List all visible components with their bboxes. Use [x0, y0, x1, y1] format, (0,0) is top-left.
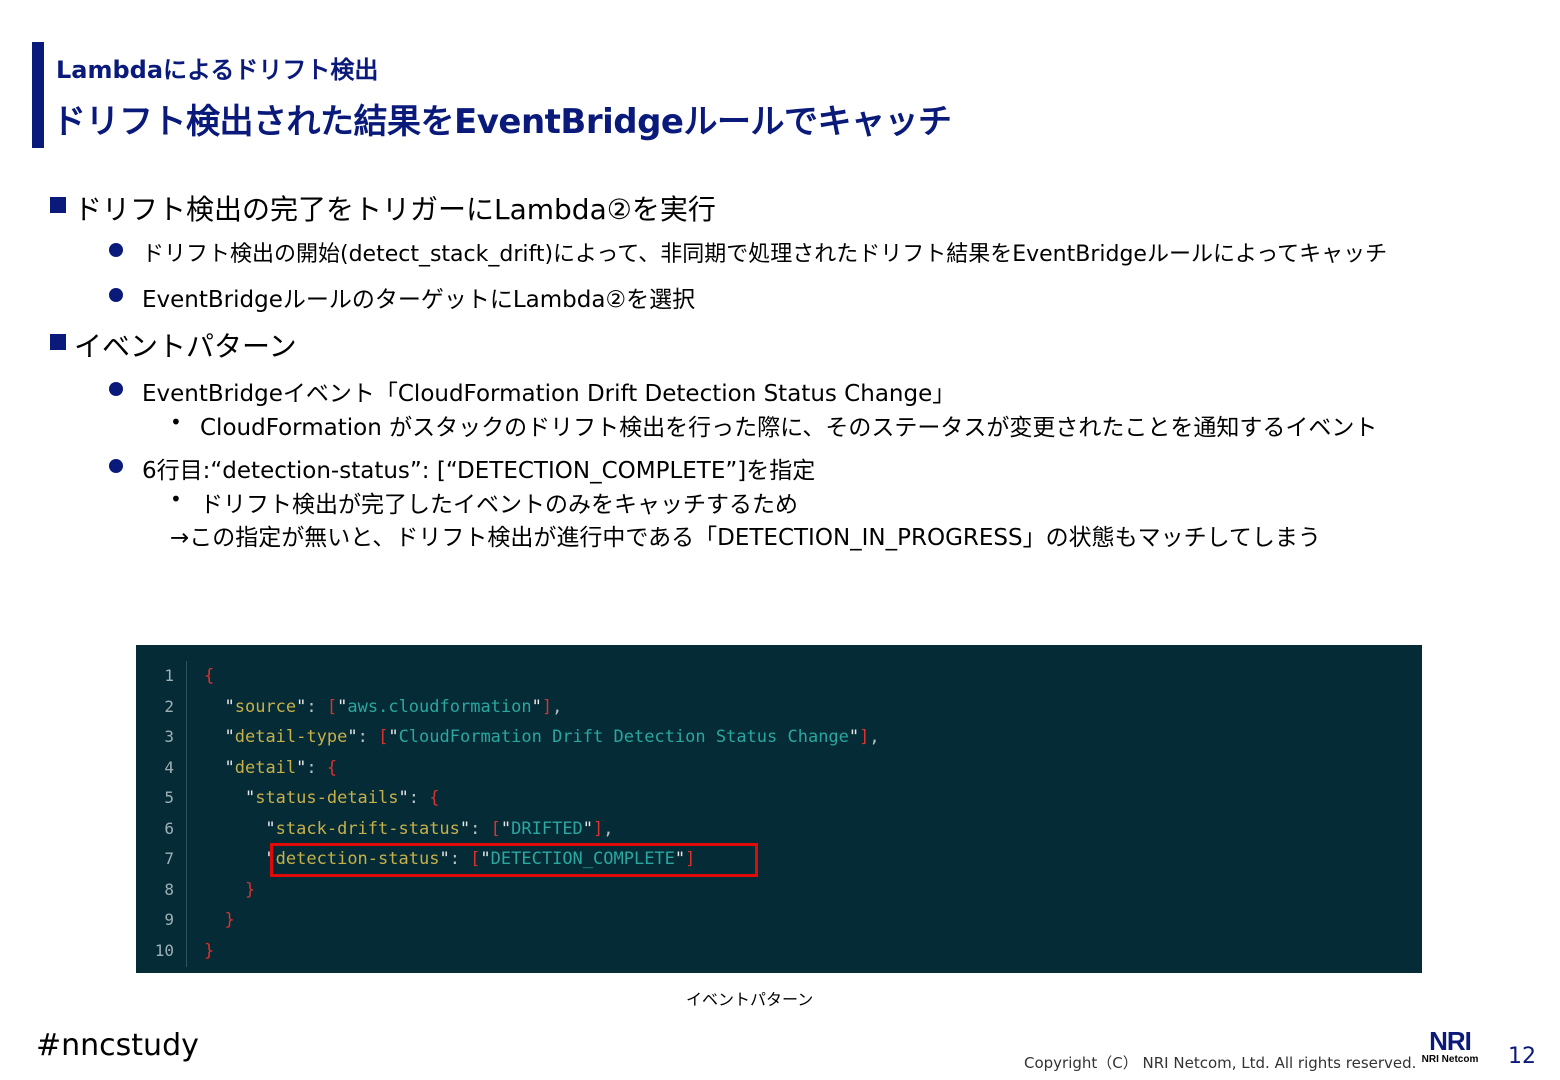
- gutter-divider: [186, 661, 187, 967]
- code-line: "stack-drift-status": ["DRIFTED"],: [265, 818, 614, 839]
- line-number: 5: [164, 788, 174, 807]
- circle-bullet-icon: [109, 382, 123, 396]
- logo-mark: NRI: [1429, 1026, 1472, 1056]
- circle-bullet-icon: [109, 243, 123, 257]
- code-block: 1 2 3 4 5 6 7 8 9 10 { "source": ["aws.c…: [136, 645, 1422, 973]
- line-number: 3: [164, 727, 174, 746]
- sub-bullet-note: →この指定が無いと、ドリフト検出が進行中である「DETECTION_IN_PRO…: [170, 525, 1321, 551]
- circle-bullet-icon: [109, 288, 123, 302]
- bullet-lambda-target: EventBridgeルールのターゲットにLambda②を選択: [142, 287, 696, 313]
- json-key: detail: [234, 757, 297, 778]
- code-line: }: [204, 940, 215, 961]
- code-line: "detail": {: [224, 757, 338, 778]
- square-bullet-icon: [50, 197, 66, 213]
- header-accent-bar: [32, 42, 44, 148]
- bullet-line6-spec: 6行目:“detection-status”: [“DETECTION_COMP…: [142, 458, 816, 484]
- small-dot-bullet-icon: •: [170, 487, 182, 511]
- nri-logo-icon: NRI NRI Netcom: [1420, 1028, 1480, 1072]
- line-number: 8: [164, 879, 174, 899]
- code-line: "status-details": {: [244, 788, 440, 808]
- square-bullet-icon: [50, 334, 66, 350]
- section-heading-trigger: ドリフト検出の完了をトリガーにLambda②を実行: [74, 193, 716, 226]
- sub-bullet-complete-only: ドリフト検出が完了したイベントのみをキャッチするため: [200, 492, 798, 518]
- line-number: 4: [164, 757, 174, 777]
- json-key: detail-type: [234, 727, 348, 747]
- line-number: 6: [164, 818, 174, 838]
- line-number: 7: [164, 849, 174, 868]
- sub-bullet-event-description: CloudFormation がスタックのドリフト検出を行った際に、そのステータ…: [200, 415, 1378, 441]
- code-caption: イベントパターン: [686, 990, 814, 1009]
- line-number: 1: [164, 666, 174, 685]
- line-number-gutter: 1 2 3 4 5 6 7 8 9 10: [136, 661, 184, 966]
- json-key: stack-drift-status: [275, 818, 460, 839]
- circle-bullet-icon: [109, 459, 123, 473]
- small-dot-bullet-icon: •: [170, 410, 182, 434]
- bullet-async-catch: ドリフト検出の開始(detect_stack_drift)によって、非同期で処理…: [142, 242, 1388, 267]
- line-number: 10: [154, 940, 174, 960]
- code-line: "detail-type": ["CloudFormation Drift De…: [224, 727, 880, 747]
- json-key: source: [234, 696, 297, 717]
- json-string: DRIFTED: [511, 818, 583, 839]
- json-key: status-details: [255, 788, 399, 808]
- code-line: "source": ["aws.cloudformation"],: [224, 696, 563, 717]
- json-string: CloudFormation Drift Detection Status Ch…: [398, 727, 849, 747]
- highlight-box: [270, 843, 758, 877]
- page-number: 12: [1508, 1044, 1536, 1069]
- code-content: { "source": ["aws.cloudformation"], "det…: [204, 661, 880, 966]
- line-number: 2: [164, 696, 174, 716]
- json-string: aws.cloudformation: [347, 696, 532, 717]
- slide-subtitle: Lambdaによるドリフト検出: [56, 56, 379, 84]
- slide-title: ドリフト検出された結果をEventBridgeルールでキャッチ: [52, 102, 952, 142]
- code-line: }: [244, 879, 256, 900]
- logo-subtext: NRI Netcom: [1421, 1054, 1479, 1065]
- code-line: {: [204, 666, 215, 686]
- bullet-eventbridge-event: EventBridgeイベント「CloudFormation Drift Det…: [142, 381, 956, 407]
- code-line: }: [224, 910, 235, 930]
- hashtag: #nncstudy: [36, 1028, 199, 1063]
- section-heading-event-pattern: イベントパターン: [74, 330, 297, 363]
- copyright: Copyright（C） NRI Netcom, Ltd. All rights…: [1024, 1054, 1417, 1072]
- line-number: 9: [164, 910, 174, 929]
